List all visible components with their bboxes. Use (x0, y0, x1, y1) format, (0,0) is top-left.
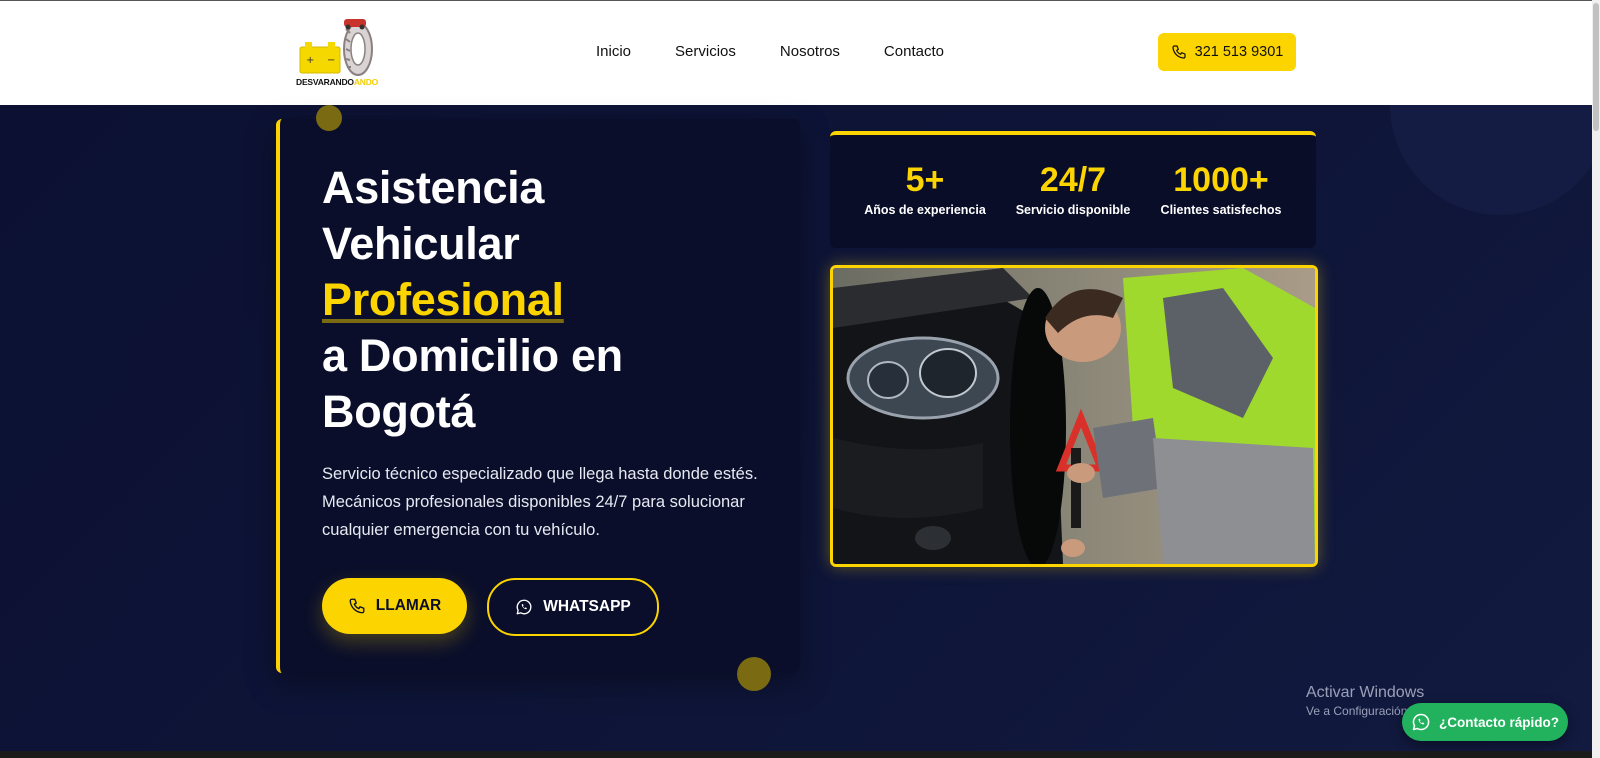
logo-text: DESVARANDOANDO (296, 77, 379, 87)
logo-icon: + − (299, 19, 373, 76)
stat-value: 1000+ (1173, 161, 1269, 199)
hero-description: Servicio técnico especializado que llega… (322, 465, 758, 539)
hero-title-highlight-text: Profesional (322, 274, 564, 325)
bottom-strip (0, 751, 1592, 758)
whatsapp-button[interactable]: WHATSAPP (487, 578, 659, 636)
header-phone-number: 321 513 9301 (1194, 44, 1284, 60)
stat-item: 5+ Años de experiencia (851, 135, 999, 248)
mechanic-photo (830, 265, 1318, 567)
decorative-dot (737, 657, 771, 691)
nav-servicios[interactable]: Servicios (675, 43, 736, 60)
stat-item: 1000+ Clientes satisfechos (1147, 135, 1295, 248)
header-phone-button[interactable]: 321 513 9301 (1158, 33, 1296, 71)
quick-contact-button[interactable]: ¿Contacto rápido? (1402, 703, 1568, 741)
call-button[interactable]: LLAMAR (322, 578, 467, 634)
stats-panel: 5+ Años de experiencia 24/7 Servicio dis… (830, 131, 1316, 248)
stat-label: Servicio disponible (1015, 203, 1131, 217)
watermark-title: Activar Windows (1306, 684, 1425, 701)
hero-title-line: Vehicular (322, 218, 520, 269)
stat-label: Años de experiencia (864, 203, 986, 217)
hero-title: Asistencia Vehicular Profesional a Domic… (322, 160, 623, 440)
scrollbar-thumb[interactable] (1593, 3, 1599, 131)
decorative-dot (316, 105, 342, 131)
svg-text:+: + (306, 55, 314, 66)
decorative-circle (1390, 105, 1592, 215)
nav-nosotros[interactable]: Nosotros (780, 43, 840, 60)
phone-icon (349, 598, 365, 614)
whatsapp-icon (516, 599, 532, 615)
stat-value: 5+ (905, 161, 945, 199)
stat-item: 24/7 Servicio disponible (999, 135, 1147, 248)
whatsapp-icon (1412, 713, 1430, 731)
quick-contact-label: ¿Contacto rápido? (1439, 714, 1559, 730)
main-nav: Inicio Servicios Nosotros Contacto (596, 43, 944, 60)
hero-title-line: Bogotá (322, 386, 476, 437)
hero-title-highlight: Profesional (322, 272, 623, 328)
site-header: + − DESVARANDOANDO Inicio Servicios Noso… (0, 1, 1592, 105)
hero-title-line: a Domicilio en (322, 330, 623, 381)
nav-inicio[interactable]: Inicio (596, 43, 631, 60)
call-button-label: LLAMAR (375, 597, 442, 614)
whatsapp-button-label: WHATSAPP (543, 598, 631, 615)
mechanic-changing-tire-image (833, 268, 1315, 564)
svg-text:−: − (327, 55, 335, 66)
stat-value: 24/7 (1039, 161, 1107, 199)
hero-title-line: Asistencia (322, 162, 545, 213)
logo[interactable]: + − DESVARANDOANDO (296, 15, 386, 91)
stat-label: Clientes satisfechos (1160, 203, 1282, 217)
nav-contacto[interactable]: Contacto (884, 43, 944, 60)
page-scrollbar[interactable] (1592, 0, 1600, 758)
phone-icon (1172, 45, 1186, 59)
